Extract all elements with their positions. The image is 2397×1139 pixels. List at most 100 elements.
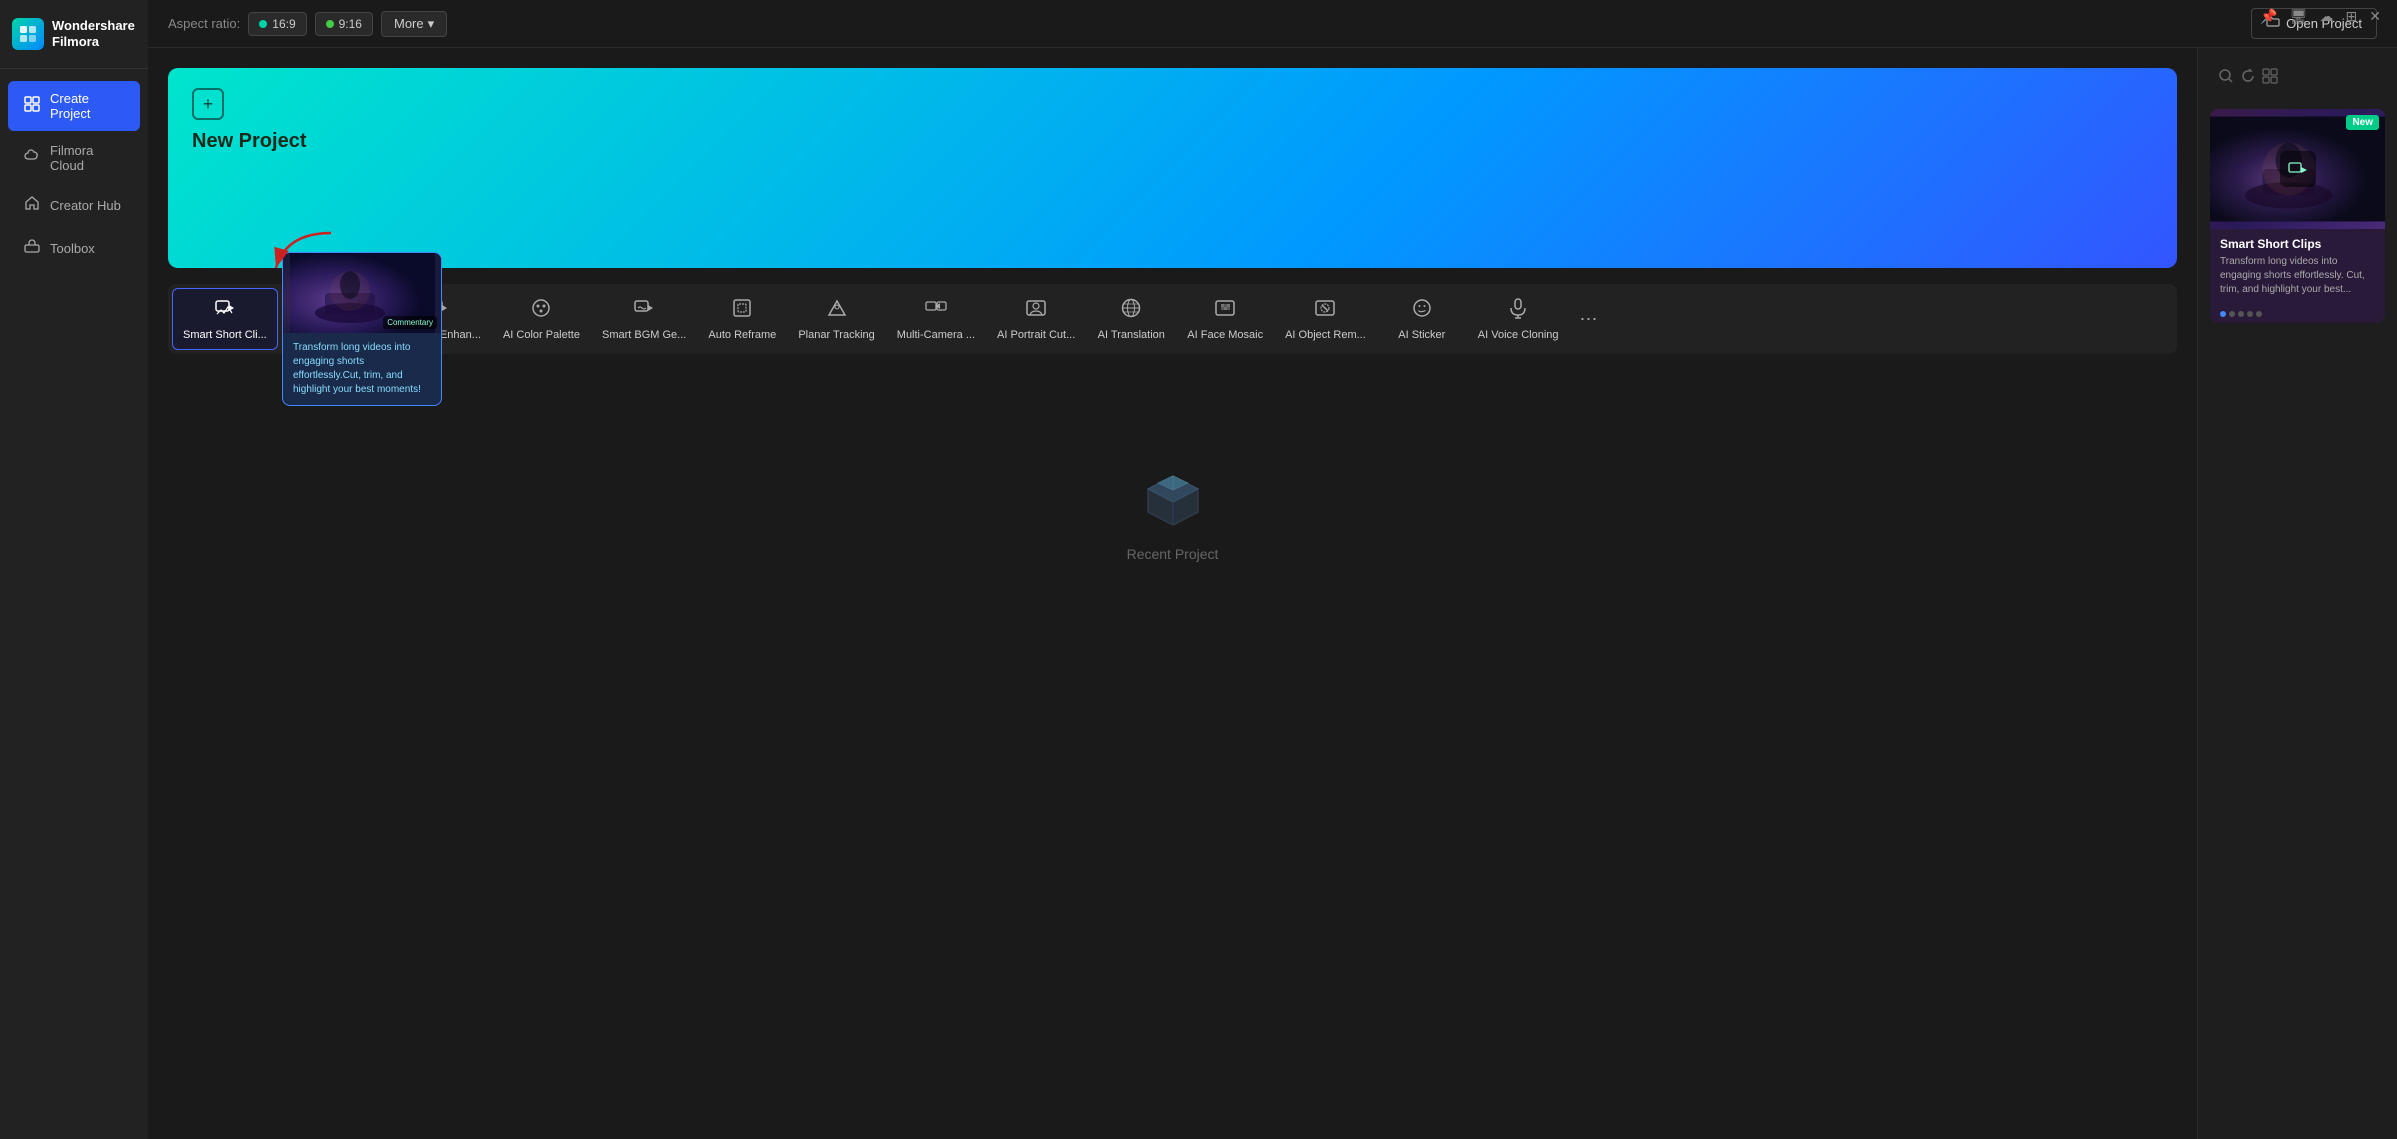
ai-voice-cloning-icon (1507, 297, 1529, 325)
card-thumbnail: New (2210, 109, 2385, 229)
dot-1[interactable] (2220, 311, 2226, 317)
card-info: Smart Short Clips Transform long videos … (2210, 229, 2385, 305)
feature-planar-tracking[interactable]: Planar Tracking (788, 289, 884, 349)
sidebar-nav: Create Project Filmora Cloud Creator Hub (0, 81, 148, 269)
refresh-icon[interactable] (2240, 68, 2256, 89)
feature-multi-camera[interactable]: Multi-Camera ... (887, 289, 985, 349)
pin-icon[interactable]: 📌 (2260, 8, 2277, 25)
feature-label: Auto Reframe (708, 329, 776, 341)
feature-label: Multi-Camera ... (897, 329, 975, 341)
feature-ai-voice-cloning[interactable]: AI Voice Cloning (1468, 289, 1569, 349)
feature-ai-portrait-cut[interactable]: AI Portrait Cut... (987, 289, 1085, 349)
feature-label: AI Sticker (1398, 329, 1445, 341)
feature-ai-color-palette[interactable]: AI Color Palette (493, 289, 590, 349)
app-name: Wondershare Filmora (52, 18, 135, 49)
feature-label: AI Voice Cloning (1478, 329, 1559, 341)
sidebar-item-filmora-cloud[interactable]: Filmora Cloud (8, 133, 140, 183)
smart-bgm-gen-icon (633, 297, 655, 325)
feature-ai-object-remove[interactable]: AI Object Rem... (1275, 289, 1376, 349)
feature-label: Planar Tracking (798, 329, 874, 341)
chevron-down-icon: ▾ (428, 16, 435, 32)
more-aspect-button[interactable]: More ▾ (381, 11, 447, 37)
close-tray-icon[interactable]: ✕ (2369, 8, 2381, 25)
feature-label: Smart Short Cli... (183, 329, 267, 341)
cloud-icon (24, 148, 40, 169)
app-logo: Wondershare Filmora (0, 0, 148, 69)
ratio-dot-9 (326, 20, 334, 28)
auto-reframe-icon (731, 297, 753, 325)
feature-label: AI Object Rem... (1285, 329, 1366, 341)
feature-toolbar: Smart Short Cli... Smart Scene Cut (168, 284, 2177, 354)
aspect-ratio-label: Aspect ratio: (168, 16, 240, 31)
empty-state-icon (1133, 454, 1213, 534)
ratio-9-label: 9:16 (339, 17, 362, 31)
ai-portrait-cut-icon (1025, 297, 1047, 325)
ratio-dot-16 (259, 20, 267, 28)
sidebar-item-creator-hub[interactable]: Creator Hub (8, 185, 140, 226)
featured-card[interactable]: New Smart Short Clips Transform long vid… (2210, 109, 2385, 323)
dot-4[interactable] (2247, 311, 2253, 317)
new-badge: New (2346, 115, 2379, 130)
aspect-16-9-button[interactable]: 16:9 (248, 12, 306, 36)
dot-5[interactable] (2256, 311, 2262, 317)
feature-label: Smart BGM Ge... (602, 329, 686, 341)
more-features-button[interactable]: ⋯ (1571, 301, 1607, 337)
sidebar-item-label: Create Project (50, 91, 124, 121)
panel-toolbar (2210, 60, 2385, 97)
main-content: Aspect ratio: 16:9 9:16 More ▾ Open Proj… (148, 0, 2397, 1139)
search-icon[interactable] (2218, 68, 2234, 89)
monitor-icon[interactable]: 🖥 (2290, 8, 2308, 25)
feature-smart-short-clips[interactable]: Smart Short Cli... (172, 288, 278, 350)
card-title: Smart Short Clips (2220, 237, 2375, 251)
multi-camera-icon (925, 297, 947, 325)
center-panel: + New Project Smart Short Cli... (148, 48, 2197, 1139)
logo-icon (12, 18, 44, 50)
new-project-banner[interactable]: + New Project (168, 68, 2177, 268)
ai-object-remove-icon (1314, 297, 1336, 325)
feature-smart-bgm-gen[interactable]: Smart BGM Ge... (592, 289, 696, 349)
dot-3[interactable] (2238, 311, 2244, 317)
feature-auto-reframe[interactable]: Auto Reframe (698, 289, 786, 349)
card-description: Transform long videos into engaging shor… (2220, 255, 2375, 297)
feature-ai-face-mosaic[interactable]: AI Face Mosaic (1177, 289, 1273, 349)
ratio-16-label: 16:9 (272, 17, 295, 31)
creator-hub-icon (24, 195, 40, 216)
aspect-ratio-controls: Aspect ratio: 16:9 9:16 More ▾ (168, 11, 447, 37)
feature-label: AI Face Mosaic (1187, 329, 1263, 341)
cloud-tray-icon[interactable]: ☁ (2320, 8, 2334, 25)
card-pagination-dots (2210, 305, 2385, 323)
sidebar-item-label: Filmora Cloud (50, 143, 124, 173)
ai-color-palette-icon (530, 297, 552, 325)
dot-2[interactable] (2229, 311, 2235, 317)
content-area: + New Project Smart Short Cli... (148, 48, 2397, 1139)
feature-ai-sticker[interactable]: AI Sticker (1378, 289, 1466, 349)
recent-project-label: Recent Project (1127, 546, 1219, 562)
sidebar-item-create-project[interactable]: Create Project (8, 81, 140, 131)
aspect-9-16-button[interactable]: 9:16 (315, 12, 373, 36)
recent-projects-area: Recent Project (168, 374, 2177, 642)
new-project-inner: + New Project (192, 88, 306, 153)
sidebar-item-label: Creator Hub (50, 198, 121, 213)
ai-face-mosaic-icon (1214, 297, 1236, 325)
feature-label: AI Color Palette (503, 329, 580, 341)
more-label: More (394, 16, 424, 31)
sidebar: Wondershare Filmora Create Project Fi (0, 0, 148, 1139)
feature-ai-translation[interactable]: AI Translation (1087, 289, 1175, 349)
system-tray: 📌 🖥 ☁ ⊞ ✕ (2260, 8, 2381, 25)
toolbox-icon (24, 238, 40, 259)
sidebar-item-toolbox[interactable]: Toolbox (8, 228, 140, 269)
feature-label: AI Translation (1098, 329, 1165, 341)
card-icon-overlay (2280, 151, 2316, 187)
sidebar-item-label: Toolbox (50, 241, 95, 256)
tooltip-text: Transform long videos into engaging shor… (283, 333, 441, 405)
smart-short-clips-icon (214, 297, 236, 325)
grid-icon[interactable]: ⊞ (2346, 8, 2358, 25)
right-panel: New Smart Short Clips Transform long vid… (2197, 48, 2397, 1139)
ai-translation-icon (1120, 297, 1142, 325)
planar-tracking-icon (826, 297, 848, 325)
ai-sticker-icon (1411, 297, 1433, 325)
new-project-plus-icon: + (192, 88, 224, 120)
grid-view-icon[interactable] (2262, 68, 2278, 89)
arrow-indicator (266, 228, 326, 268)
feature-label: AI Portrait Cut... (997, 329, 1075, 341)
